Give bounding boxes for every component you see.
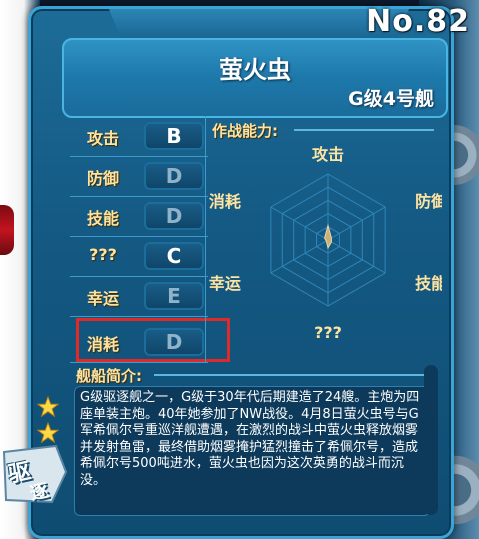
description-title-underline xyxy=(154,374,434,376)
ship-class: G级4号舰 xyxy=(348,88,434,110)
stat-grade: E xyxy=(167,284,181,308)
description-box: G级驱逐舰之一，G级于30年代后期建造了24艘。主炮为四座单装主炮。40年她参加… xyxy=(74,386,430,516)
stat-grade-slot: D xyxy=(144,162,204,190)
stat-grade: C xyxy=(166,244,182,268)
stat-grade-slot: D xyxy=(144,202,204,230)
description-title: 舰船简介: xyxy=(76,367,142,385)
title-bar: 萤火虫 G级4号舰 xyxy=(62,38,448,118)
stat-grade: B xyxy=(166,124,182,148)
radar-axis-label: 幸运 xyxy=(209,274,241,293)
radar-axis-label: 消耗 xyxy=(209,192,241,211)
radar-axis-label: ??? xyxy=(314,323,342,342)
radar-spoke xyxy=(327,206,386,241)
background-red-accent xyxy=(0,205,14,255)
radar-spoke xyxy=(270,239,329,274)
scroll-strip[interactable] xyxy=(424,365,438,515)
radar-spoke xyxy=(327,239,386,274)
stat-row-defense: 防御 D xyxy=(70,156,208,197)
radar-chart: 攻击防御技能??? 幸运 消耗 xyxy=(209,145,442,342)
radar-spoke xyxy=(270,206,329,241)
description-panel: 舰船简介: G级驱逐舰之一，G级于30年代后期建造了24艘。主炮为四座单装主炮。… xyxy=(70,362,440,522)
radar-data-shape xyxy=(324,223,332,250)
stat-row-attack: 攻击 B xyxy=(70,116,208,157)
stat-row-luck: 幸运 E xyxy=(70,276,208,317)
radar-axis-label: 技能 xyxy=(415,274,442,293)
stat-grade-slot: C xyxy=(144,242,204,270)
stat-grade: D xyxy=(165,164,183,188)
stat-label: 攻击 xyxy=(86,129,119,148)
radar-axis-label: 防御 xyxy=(415,192,442,211)
stat-row-unknown: ??? C xyxy=(70,236,208,277)
stat-grade-slot: B xyxy=(144,122,204,150)
stat-label: 幸运 xyxy=(86,289,119,308)
stat-grade: D xyxy=(165,204,183,228)
radar-axis-label: 攻击 xyxy=(312,145,344,164)
description-text: G级驱逐舰之一，G级于30年代后期建造了24艘。主炮为四座单装主炮。40年她参加… xyxy=(80,390,420,488)
ship-name: 萤火虫 xyxy=(219,56,291,84)
ship-number: No.82 xyxy=(366,4,470,39)
star-icon xyxy=(37,422,59,444)
stat-label: 防御 xyxy=(86,169,119,188)
stat-label: ??? xyxy=(89,245,117,264)
stat-grade-slot: E xyxy=(144,282,204,310)
stat-label: 技能 xyxy=(86,209,119,228)
star-icon xyxy=(37,396,59,418)
stat-row-skill: 技能 D xyxy=(70,196,208,237)
radar-panel: 作战能力: 攻击 防御 技能??? 幸运 消耗 xyxy=(205,116,442,362)
